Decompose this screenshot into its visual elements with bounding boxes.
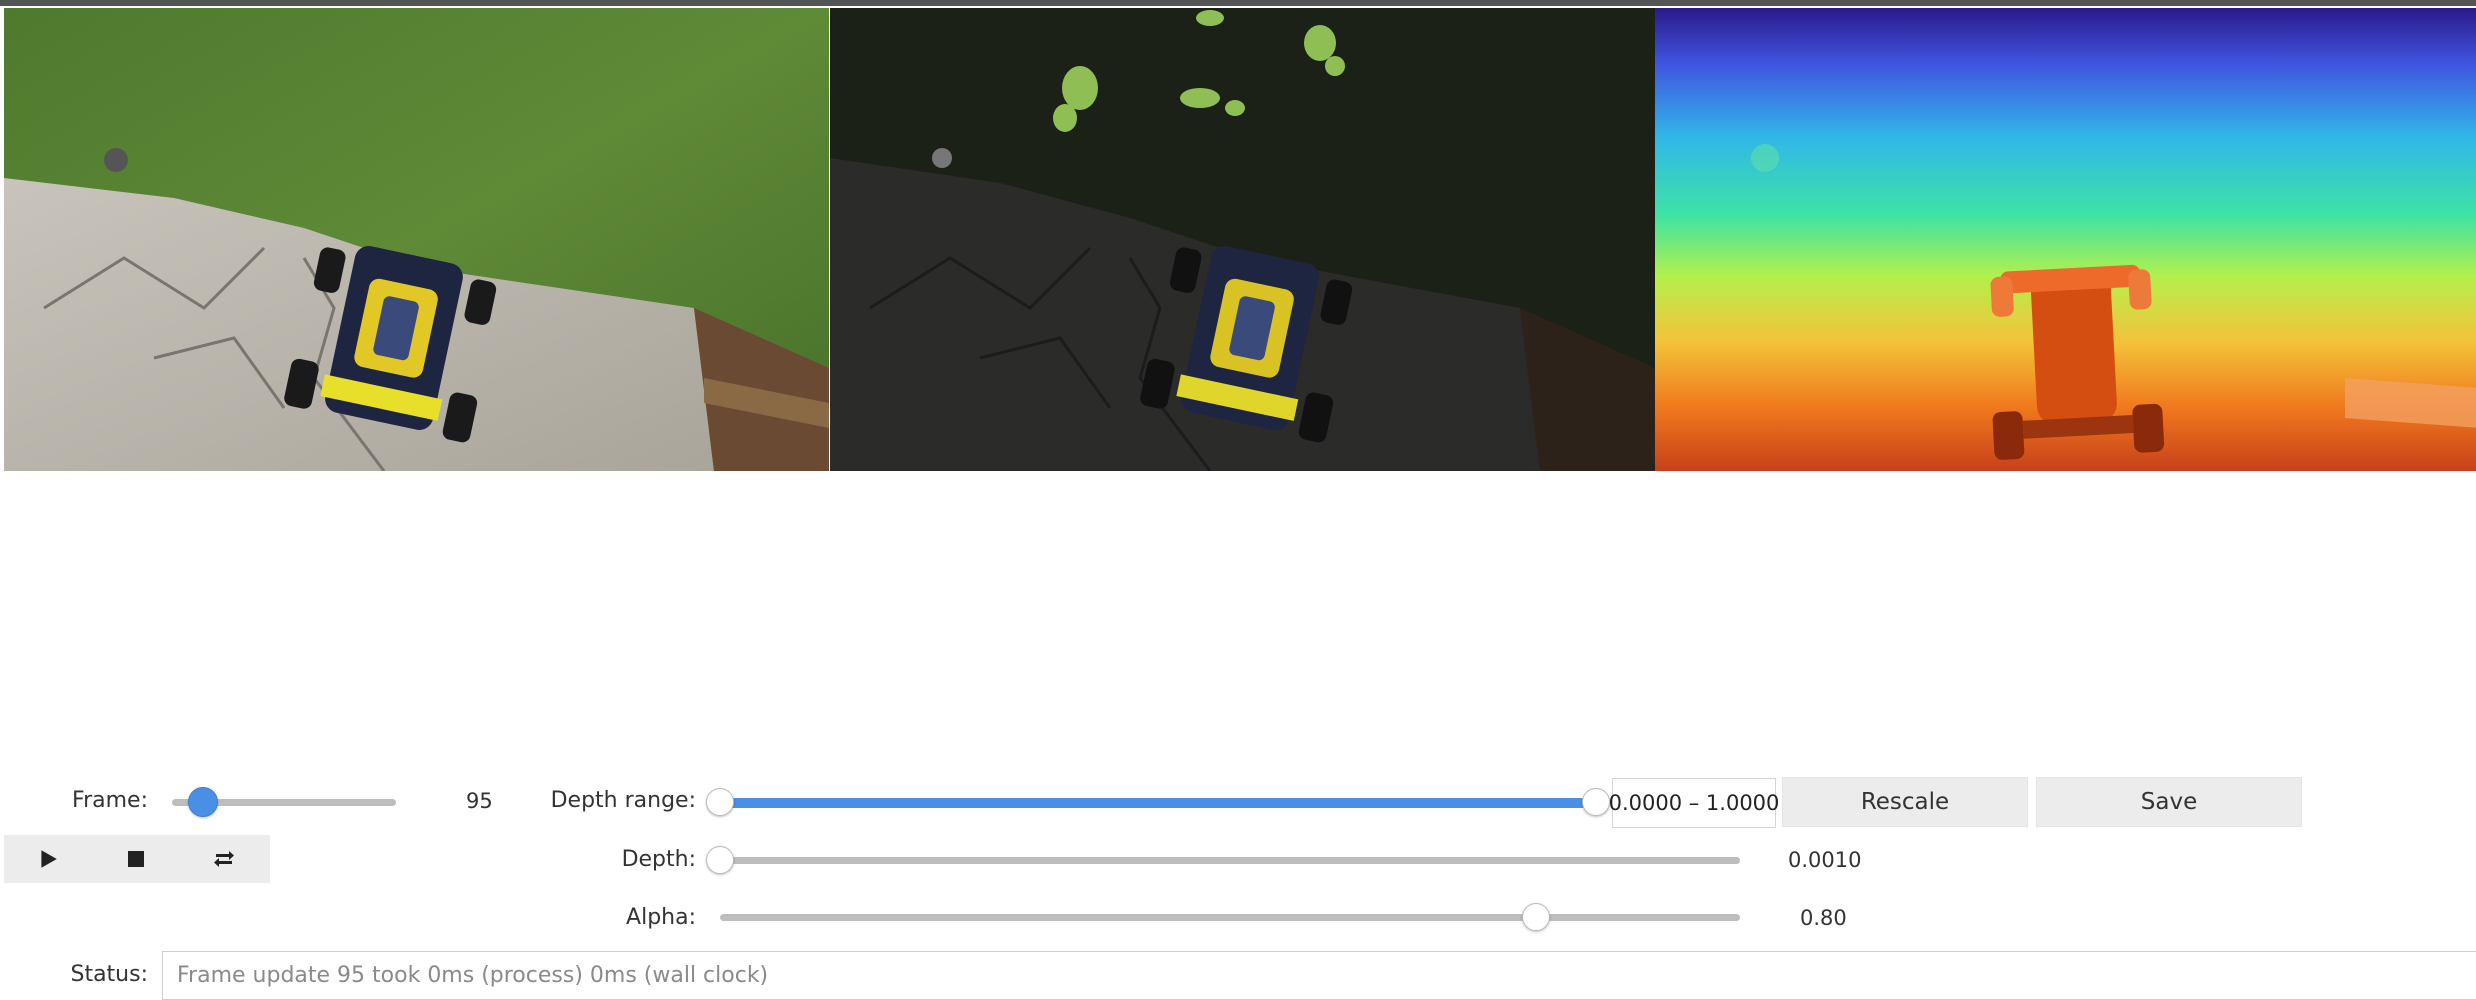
depth-range-high-handle[interactable] (1582, 788, 1610, 816)
depth-value: 0.0010 (1788, 848, 1862, 872)
repeat-icon (214, 851, 234, 867)
play-icon (41, 850, 57, 868)
depth-label: Depth: (621, 847, 696, 872)
alpha-label: Alpha: (626, 905, 696, 930)
depth-range-slider-fill (720, 798, 1596, 808)
depth-slider-track[interactable] (720, 857, 1740, 864)
top-border (0, 0, 2476, 6)
alpha-value: 0.80 (1800, 906, 1847, 930)
frame-value: 95 (466, 789, 493, 813)
alpha-slider-track[interactable] (720, 914, 1740, 921)
status-text: Frame update 95 took 0ms (process) 0ms (… (177, 963, 769, 988)
play-button[interactable] (4, 835, 92, 883)
loop-button[interactable] (180, 835, 268, 883)
status-label: Status: (70, 962, 148, 987)
stop-button[interactable] (92, 835, 180, 883)
image-strip (4, 8, 2476, 471)
overlay-frame-image (830, 8, 1655, 471)
alpha-slider-handle[interactable] (1522, 903, 1550, 931)
depth-range-value[interactable]: 0.0000 – 1.0000 (1609, 778, 1779, 828)
rgb-frame-image (4, 8, 829, 471)
depth-slider-handle[interactable] (706, 846, 734, 874)
status-field: Frame update 95 took 0ms (process) 0ms (… (162, 951, 2476, 1000)
frame-label: Frame: (72, 788, 148, 813)
depth-range-low-handle[interactable] (706, 788, 734, 816)
frame-slider-handle[interactable] (188, 787, 219, 817)
rescale-button[interactable]: Rescale (1782, 777, 2028, 827)
playback-controls (4, 835, 270, 883)
depth-range-label: Depth range: (550, 788, 696, 813)
save-button[interactable]: Save (2036, 777, 2302, 827)
stop-icon (128, 851, 144, 867)
depth-map-image (1655, 8, 2476, 471)
